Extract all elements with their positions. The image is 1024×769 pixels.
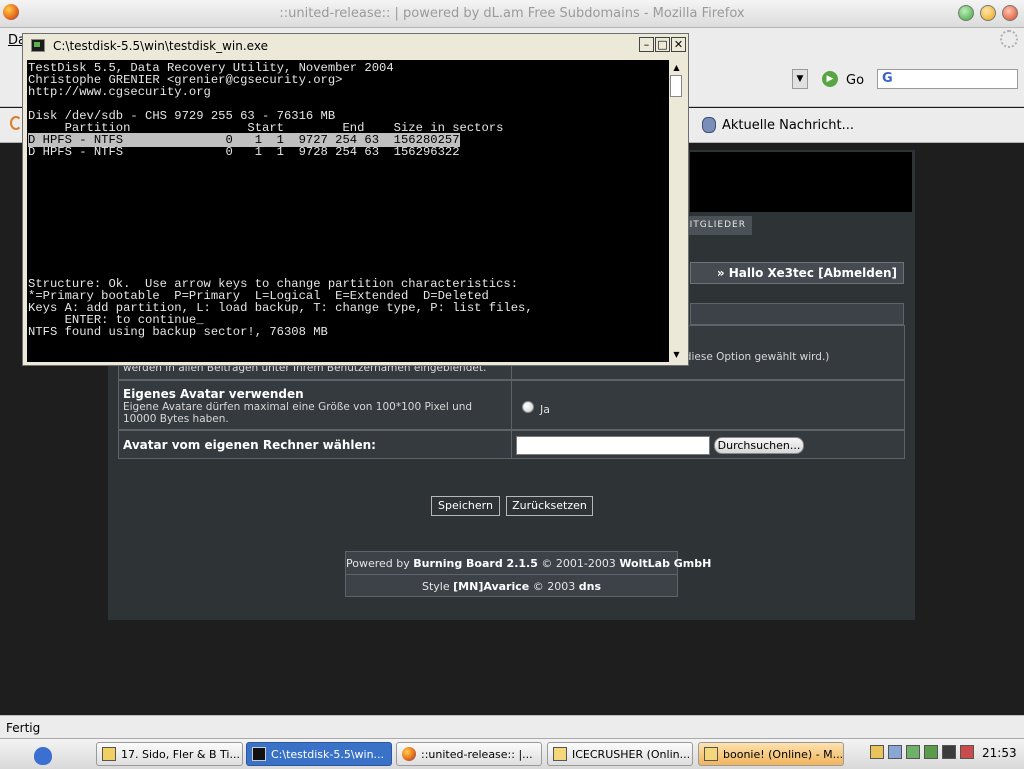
- firefox-titlebar: ::united-release:: | powered by dL.am Fr…: [0, 0, 1024, 28]
- tray-chat-icon[interactable]: [870, 745, 884, 759]
- go-arrow-icon: ▶: [822, 71, 838, 87]
- media-player-icon: [102, 747, 116, 761]
- scroll-thumb[interactable]: [670, 75, 682, 97]
- task-label: ::united-release:: |...: [421, 748, 533, 761]
- tray-shield-icon[interactable]: [924, 745, 938, 759]
- console-icon: [252, 747, 266, 761]
- task-button-boonie[interactable]: boonie! (Online) - M...: [698, 742, 844, 766]
- console-titlebar[interactable]: C:\testdisk-5.5\win\testdisk_win.exe – □…: [23, 34, 688, 58]
- clock: 21:53: [982, 746, 1017, 760]
- console-window[interactable]: C:\testdisk-5.5\win\testdisk_win.exe – □…: [22, 33, 689, 366]
- console-title: C:\testdisk-5.5\win\testdisk_win.exe: [53, 39, 268, 53]
- partition-row[interactable]: D HPFS - NTFS 0 1 1 9728 254 63 15629632…: [28, 145, 460, 159]
- tray-app-icon[interactable]: [906, 745, 920, 759]
- maximize-button[interactable]: [958, 5, 974, 21]
- search-input[interactable]: G: [877, 69, 1018, 89]
- footer-product-link[interactable]: Burning Board 2.1.5: [413, 557, 538, 570]
- minimize-button[interactable]: [980, 5, 996, 21]
- footer-powered-by: Powered by Burning Board 2.1.5 © 2001-20…: [346, 557, 711, 570]
- save-button[interactable]: Speichern: [431, 496, 500, 516]
- form-cell-label: Eigenes Avatar verwenden Eigene Avatare …: [119, 381, 512, 429]
- tray-volume-icon[interactable]: [942, 745, 956, 759]
- console-line: http://www.cgsecurity.org: [28, 85, 211, 99]
- console-close-button[interactable]: ✕: [671, 37, 686, 52]
- form-row-upload: Avatar vom eigenen Rechner wählen: Durch…: [118, 430, 905, 459]
- scroll-down-icon[interactable]: ▼: [670, 348, 683, 361]
- console-icon: [31, 39, 45, 52]
- bookmark-label: Aktuelle Nachricht...: [722, 118, 855, 133]
- table-header: [690, 303, 904, 325]
- system-tray: [866, 743, 974, 763]
- radio-label: Ja: [540, 403, 550, 416]
- firefox-icon: [402, 747, 416, 761]
- google-icon: G: [882, 71, 893, 86]
- task-label: boonie! (Online) - M...: [723, 748, 844, 761]
- footer-style: Style [MN]Avarice © 2003 dns: [346, 580, 677, 593]
- footer-text: © 2001-2003: [537, 557, 620, 570]
- task-button-music[interactable]: 17. Sido, Fler & B Ti...: [96, 742, 243, 766]
- footer-company-link[interactable]: WoltLab GmbH: [619, 557, 711, 570]
- user-greeting-bar: » Hallo Xe3tec [Abmelden]: [690, 262, 904, 284]
- go-label: Go: [846, 73, 865, 88]
- footer-text: © 2003: [529, 580, 579, 593]
- window-title: ::united-release:: | powered by dL.am Fr…: [279, 6, 745, 21]
- console-output: TestDisk 5.5, Data Recovery Utility, Nov…: [28, 62, 533, 338]
- logout-link[interactable]: [Abmelden]: [818, 266, 897, 280]
- chat-icon: [704, 747, 718, 761]
- go-button[interactable]: ▶ Go: [822, 70, 866, 90]
- task-label: C:\testdisk-5.5\win...: [271, 748, 385, 761]
- forum-footer: Powered by Burning Board 2.1.5 © 2001-20…: [345, 551, 711, 597]
- form-cell-label: Avatar vom eigenen Rechner wählen:: [119, 431, 512, 458]
- use-own-avatar-radio[interactable]: [522, 401, 534, 413]
- close-button[interactable]: [1002, 5, 1018, 21]
- own-avatar-label: Eigenes Avatar verwenden: [123, 387, 304, 401]
- forum-banner: [690, 152, 912, 212]
- form-row-own-avatar: Eigenes Avatar verwenden Eigene Avatare …: [118, 380, 905, 430]
- console-maximize-button[interactable]: □: [655, 37, 670, 52]
- form-cell-value: Ja: [512, 381, 904, 429]
- own-avatar-description: Eigene Avatare dürfen maximal eine Größe…: [123, 401, 473, 425]
- livemark-icon: [702, 117, 716, 133]
- task-button-testdisk[interactable]: C:\testdisk-5.5\win...: [246, 742, 392, 766]
- form-cell-value: Durchsuchen...: [512, 431, 904, 458]
- task-label: 17. Sido, Fler & B Ti...: [121, 748, 240, 761]
- greeting-text: » Hallo Xe3tec: [716, 266, 819, 280]
- scroll-up-icon[interactable]: ▲: [670, 61, 683, 74]
- bookmark-icon: [10, 116, 22, 130]
- status-text: Fertig: [6, 721, 41, 735]
- footer-divider: [346, 574, 677, 575]
- footer-style-name: [MN]Avarice: [453, 580, 530, 593]
- task-button-icecrusher[interactable]: ICECRUSHER (Onlin...: [547, 742, 693, 766]
- footer-author: dns: [578, 580, 601, 593]
- reset-button[interactable]: Zurücksetzen: [506, 496, 593, 516]
- footer-text: Style: [422, 580, 454, 593]
- tray-alert-icon[interactable]: [960, 745, 974, 759]
- url-dropdown-button[interactable]: ▼: [792, 69, 808, 89]
- upload-label: Avatar vom eigenen Rechner wählen:: [123, 438, 376, 452]
- chat-icon: [553, 747, 567, 761]
- nav-tab-members[interactable]: MITGLIEDER: [680, 216, 752, 235]
- status-bar: Fertig: [0, 715, 1024, 739]
- console-scrollbar[interactable]: ▲ ▼: [669, 60, 684, 362]
- task-label: ICECRUSHER (Onlin...: [572, 748, 691, 761]
- browse-button[interactable]: Durchsuchen...: [714, 437, 804, 454]
- console-screen[interactable]: TestDisk 5.5, Data Recovery Utility, Nov…: [27, 60, 669, 362]
- console-minimize-button[interactable]: –: [639, 37, 654, 52]
- console-status-line: NTFS found using backup sector!, 76308 M…: [28, 325, 328, 339]
- throbber-icon: [1000, 30, 1018, 48]
- footer-text: Powered by: [346, 557, 414, 570]
- tray-network-icon[interactable]: [888, 745, 902, 759]
- start-menu-icon[interactable]: [34, 747, 52, 765]
- task-button-firefox[interactable]: ::united-release:: |...: [396, 742, 542, 766]
- file-path-input[interactable]: [516, 436, 710, 455]
